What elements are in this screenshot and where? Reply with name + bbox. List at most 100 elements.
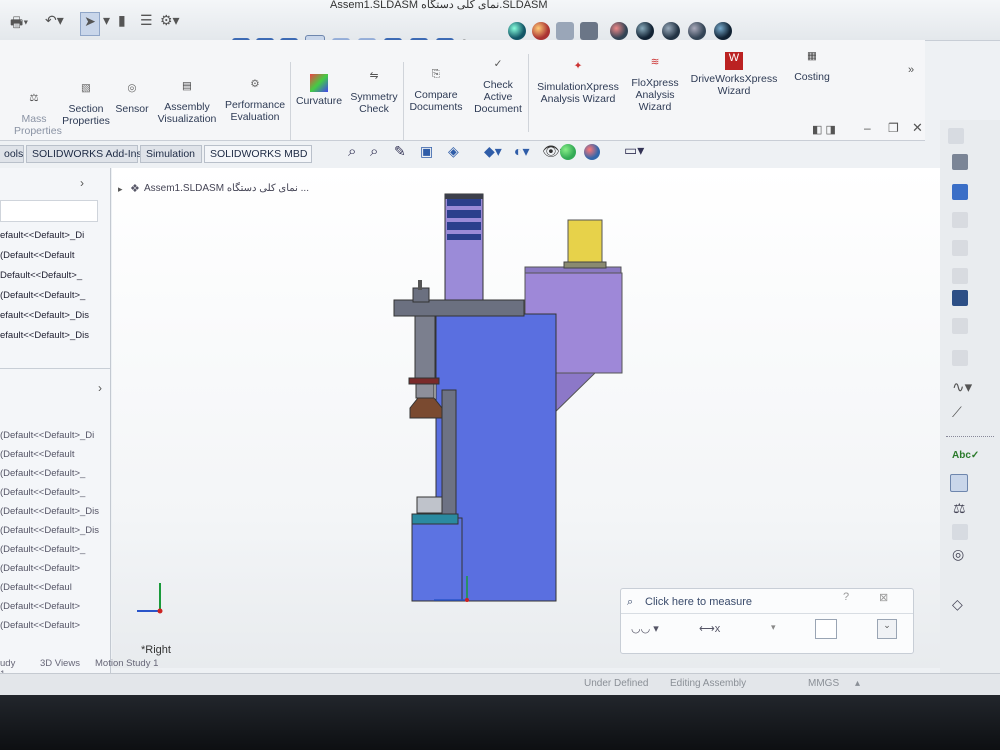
tab-tools[interactable]: ools xyxy=(0,145,24,163)
measure-title[interactable]: Click here to measure xyxy=(645,596,752,608)
design-library-icon[interactable] xyxy=(952,212,968,228)
close-measure-icon[interactable]: ⊠ xyxy=(879,591,888,604)
view-palette-icon[interactable] xyxy=(952,268,968,284)
appearance-icon[interactable] xyxy=(508,22,526,40)
close-icon[interactable]: ✕ xyxy=(912,120,923,136)
tree-item[interactable]: efault<<Default>_Dis xyxy=(0,330,89,341)
3d-content-icon[interactable] xyxy=(952,184,968,200)
resources-icon[interactable] xyxy=(952,154,968,170)
decal-icon[interactable] xyxy=(688,22,706,40)
tree-item[interactable]: (Default<<Default>_ xyxy=(0,544,85,555)
view-settings-icon[interactable]: ▭▾ xyxy=(624,142,644,159)
driveworksxpress-button[interactable]: W DriveWorksXpress Wizard xyxy=(686,52,782,97)
sensor-button[interactable]: ◎ Sensor xyxy=(115,82,149,115)
compare-documents-button[interactable]: ⎘ Compare Documents xyxy=(406,68,466,113)
file-explorer-icon[interactable] xyxy=(952,240,968,256)
sphere-icon[interactable] xyxy=(636,22,654,40)
tree-item[interactable]: (Default<<Default>_ xyxy=(0,487,85,498)
units-dropdown-icon[interactable]: ▾ xyxy=(771,622,776,633)
section-properties-button[interactable]: ▧ Section Properties xyxy=(62,82,110,127)
custom-props-icon[interactable] xyxy=(948,128,964,144)
tab-simulation[interactable]: Simulation xyxy=(140,145,202,163)
ribbon-overflow-icon[interactable]: » xyxy=(908,64,914,76)
collapse-icon[interactable]: ⌄ xyxy=(877,619,897,639)
tab-3d-views[interactable]: 3D Views xyxy=(40,658,80,669)
status-units[interactable]: MMGS xyxy=(808,678,839,689)
tree-item[interactable]: (Default<<Default>_ xyxy=(0,290,85,301)
rebuild-icon[interactable]: ▮ xyxy=(118,12,126,34)
cut-list-icon[interactable] xyxy=(952,350,968,366)
tree-item[interactable]: (Default<<Default> xyxy=(0,620,80,631)
tree-item[interactable]: (Default<<Default>_Di xyxy=(0,430,94,441)
edit-appearance-icon[interactable] xyxy=(560,144,576,160)
measure-tool-icon[interactable] xyxy=(950,474,968,492)
symmetry-check-button[interactable]: ⇋ Symmetry Check xyxy=(348,70,400,115)
expand-arrow-icon[interactable]: › xyxy=(80,176,84,190)
scene-icon[interactable] xyxy=(532,22,550,40)
model-origin xyxy=(465,598,469,602)
tree-item[interactable]: (Default<<Default>_Dis xyxy=(0,506,99,517)
appearances-icon[interactable] xyxy=(952,290,968,306)
display-style-icon[interactable]: ◐▾ xyxy=(514,143,529,160)
table-icon[interactable] xyxy=(556,22,574,40)
window-tile-icon[interactable]: ◧ ◨ xyxy=(812,123,836,136)
tree-item[interactable]: (Default<<Default> xyxy=(0,601,80,612)
mass-props-icon[interactable]: ⚖ xyxy=(953,500,966,517)
curvature-button[interactable]: Curvature xyxy=(294,74,344,107)
help-icon[interactable]: ? xyxy=(843,591,849,603)
tree-item[interactable]: (Default<<Default xyxy=(0,250,74,261)
camera-icon[interactable] xyxy=(580,22,598,40)
sketch-icon[interactable]: ⟋ xyxy=(952,404,962,421)
units-dropdown-icon[interactable]: ▴ xyxy=(855,678,860,689)
search-sphere-icon[interactable] xyxy=(662,22,680,40)
select-dropdown-icon[interactable]: ▾ xyxy=(103,12,110,34)
costing-button[interactable]: ▦ Costing xyxy=(788,50,836,83)
view-orientation-icon[interactable]: ◆▾ xyxy=(484,143,502,160)
floxpress-button[interactable]: ≋ FloXpress Analysis Wizard xyxy=(628,56,682,113)
tab-addins[interactable]: SOLIDWORKS Add-Ins xyxy=(26,145,142,163)
tab-motion-study-1[interactable]: Motion Study 1 xyxy=(95,658,158,669)
expand-arrow-icon[interactable]: › xyxy=(98,381,102,395)
tree-item[interactable]: (Default<<Default>_Dis xyxy=(0,525,99,536)
section-props-icon[interactable] xyxy=(952,524,968,540)
cylinder-cap xyxy=(445,194,483,199)
undo-icon[interactable]: ↶▾ xyxy=(45,12,64,34)
previous-view-icon[interactable]: ✎ xyxy=(394,143,406,160)
zoom-to-fit-icon[interactable]: ⌕ xyxy=(348,143,356,160)
tree-item[interactable]: efault<<Default>_Dis xyxy=(0,310,89,321)
assembly-visualization-button[interactable]: ▤ Assembly Visualization xyxy=(155,80,219,125)
render-settings-icon[interactable] xyxy=(714,22,732,40)
apply-scene-icon[interactable] xyxy=(584,144,600,160)
check-active-document-button[interactable]: ✓ Check Active Document xyxy=(470,58,526,115)
section-view-icon[interactable]: ▣ xyxy=(420,143,433,160)
render-icon[interactable] xyxy=(610,22,628,40)
print-icon[interactable]: 🖶▾ xyxy=(10,12,28,34)
history-icon[interactable] xyxy=(815,619,837,639)
tree-item[interactable]: efault<<Default>_Di xyxy=(0,230,84,241)
tree-filter-input[interactable] xyxy=(0,200,98,222)
tree-item[interactable]: (Default<<Default xyxy=(0,449,74,460)
tree-item[interactable]: (Default<<Defaul xyxy=(0,582,72,593)
tree-item[interactable]: (Default<<Default>_ xyxy=(0,468,85,479)
performance-evaluation-button[interactable]: ⚙ Performance Evaluation xyxy=(222,78,288,123)
spell-check-icon[interactable]: Abc✓ xyxy=(952,450,979,461)
minimize-icon[interactable]: – xyxy=(864,121,871,135)
cylinder-stripe xyxy=(447,198,481,206)
tree-item[interactable]: Default<<Default>_ xyxy=(0,270,82,281)
curve-icon[interactable]: ∿▾ xyxy=(952,378,972,396)
dynamic-annotation-icon[interactable]: ◈ xyxy=(448,143,459,160)
tab-mbd[interactable]: SOLIDWORKS MBD xyxy=(204,145,312,163)
mass-properties-button[interactable]: ⚖ Mass Properties xyxy=(14,92,62,137)
options-gear-icon[interactable]: ⚙▾ xyxy=(160,12,180,34)
feedback-icon[interactable]: ◇ xyxy=(952,596,963,613)
sensor-small-icon[interactable]: ◎ xyxy=(952,546,964,563)
simulationxpress-button[interactable]: ✦ SimulationXpress Analysis Wizard xyxy=(532,60,624,105)
file-properties-icon[interactable]: ☰ xyxy=(140,12,153,34)
units-icon[interactable]: ⟷x xyxy=(699,622,720,635)
restore-icon[interactable]: ❐ xyxy=(888,121,899,135)
custom-properties-icon[interactable] xyxy=(952,318,968,334)
zoom-area-icon[interactable]: ⌕ xyxy=(370,143,378,160)
select-icon[interactable]: ➤ xyxy=(80,12,100,36)
tree-item[interactable]: (Default<<Default> xyxy=(0,563,80,574)
arc-options-icon[interactable]: ◡◡ ▾ xyxy=(631,622,659,635)
